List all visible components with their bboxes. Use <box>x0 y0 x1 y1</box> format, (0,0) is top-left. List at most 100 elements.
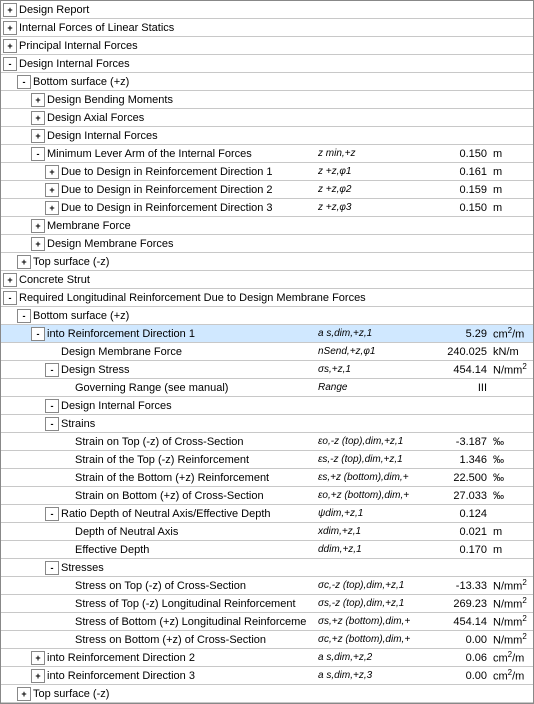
tree-row-7[interactable]: +Design Axial Forces <box>1 109 533 127</box>
tree-row-15[interactable]: +Top surface (-z) <box>1 253 533 271</box>
expand-btn-19[interactable]: - <box>31 327 45 341</box>
expand-btn-24[interactable]: - <box>45 417 59 431</box>
expand-btn-2[interactable]: + <box>3 21 17 35</box>
tree-row-27[interactable]: Strain of the Bottom (+z) Reinforcementε… <box>1 469 533 487</box>
expand-btn-14[interactable]: + <box>31 237 45 251</box>
label-text-14: Design Membrane Forces <box>47 238 174 250</box>
tree-row-24[interactable]: -Strains <box>1 415 533 433</box>
expand-btn-5[interactable]: - <box>17 75 31 89</box>
expand-btn-38[interactable]: + <box>31 669 45 683</box>
symbol-cell-36: σc,+z (bottom),dim,+ <box>316 634 411 645</box>
expand-btn-13[interactable]: + <box>31 219 45 233</box>
tree-row-25[interactable]: Strain on Top (-z) of Cross-Sectionεo,-z… <box>1 433 533 451</box>
tree-row-12[interactable]: +Due to Design in Reinforcement Directio… <box>1 199 533 217</box>
tree-row-21[interactable]: -Design Stressσs,+z,1454.14N/mm2 <box>1 361 533 379</box>
value-cell-35: 454.14 <box>411 616 491 628</box>
label-text-6: Design Bending Moments <box>47 94 173 106</box>
tree-row-18[interactable]: -Bottom surface (+z) <box>1 307 533 325</box>
expand-btn-16[interactable]: + <box>3 273 17 287</box>
label-text-19: into Reinforcement Direction 1 <box>47 328 195 340</box>
tree-row-9[interactable]: -Minimum Lever Arm of the Internal Force… <box>1 145 533 163</box>
expand-btn-12[interactable]: + <box>45 201 59 215</box>
expand-btn-39[interactable]: + <box>17 687 31 701</box>
tree-row-16[interactable]: +Concrete Strut <box>1 271 533 289</box>
expand-btn-32[interactable]: - <box>45 561 59 575</box>
expand-btn-4[interactable]: - <box>3 57 17 71</box>
label-text-32: Stresses <box>61 562 104 574</box>
label-text-5: Bottom surface (+z) <box>33 76 129 88</box>
label-cell-1: +Design Report <box>1 2 533 18</box>
expand-btn-9[interactable]: - <box>31 147 45 161</box>
expand-btn-21[interactable]: - <box>45 363 59 377</box>
tree-row-38[interactable]: +into Reinforcement Direction 3a s,dim,+… <box>1 667 533 685</box>
tree-row-8[interactable]: +Design Internal Forces <box>1 127 533 145</box>
tree-row-23[interactable]: -Design Internal Forces <box>1 397 533 415</box>
tree-row-32[interactable]: -Stresses <box>1 559 533 577</box>
tree-row-36[interactable]: Stress on Bottom (+z) of Cross-Sectionσc… <box>1 631 533 649</box>
expand-btn-15[interactable]: + <box>17 255 31 269</box>
tree-row-4[interactable]: -Design Internal Forces <box>1 55 533 73</box>
tree-row-5[interactable]: -Bottom surface (+z) <box>1 73 533 91</box>
label-cell-10: +Due to Design in Reinforcement Directio… <box>1 164 316 180</box>
value-cell-9: 0.150 <box>411 148 491 160</box>
tree-row-29[interactable]: -Ratio Depth of Neutral Axis/Effective D… <box>1 505 533 523</box>
symbol-cell-31: ddim,+z,1 <box>316 544 411 555</box>
tree-row-28[interactable]: Strain on Bottom (+z) of Cross-Sectionεo… <box>1 487 533 505</box>
symbol-cell-10: z +z,φ1 <box>316 166 411 177</box>
label-cell-34: Stress of Top (-z) Longitudinal Reinforc… <box>1 597 316 611</box>
label-cell-18: -Bottom surface (+z) <box>1 308 533 324</box>
symbol-cell-22: Range <box>316 382 411 393</box>
label-text-3: Principal Internal Forces <box>19 40 138 52</box>
tree-row-2[interactable]: +Internal Forces of Linear Statics <box>1 19 533 37</box>
tree-row-1[interactable]: +Design Report <box>1 1 533 19</box>
expand-btn-1[interactable]: + <box>3 3 17 17</box>
label-cell-39: +Top surface (-z) <box>1 686 533 702</box>
tree-row-11[interactable]: +Due to Design in Reinforcement Directio… <box>1 181 533 199</box>
expand-btn-11[interactable]: + <box>45 183 59 197</box>
expand-btn-8[interactable]: + <box>31 129 45 143</box>
expand-btn-23[interactable]: - <box>45 399 59 413</box>
tree-row-19[interactable]: -into Reinforcement Direction 1a s,dim,+… <box>1 325 533 343</box>
expand-btn-17[interactable]: - <box>3 291 17 305</box>
expand-btn-18[interactable]: - <box>17 309 31 323</box>
symbol-cell-9: z min,+z <box>316 148 411 159</box>
expand-btn-29[interactable]: - <box>45 507 59 521</box>
value-cell-30: 0.021 <box>411 526 491 538</box>
tree-row-31[interactable]: Effective Depthddim,+z,10.170m <box>1 541 533 559</box>
expand-btn-7[interactable]: + <box>31 111 45 125</box>
tree-row-3[interactable]: +Principal Internal Forces <box>1 37 533 55</box>
expand-btn-3[interactable]: + <box>3 39 17 53</box>
label-text-1: Design Report <box>19 4 89 16</box>
label-cell-9: -Minimum Lever Arm of the Internal Force… <box>1 146 316 162</box>
label-text-23: Design Internal Forces <box>61 400 172 412</box>
label-text-10: Due to Design in Reinforcement Direction… <box>61 166 273 178</box>
tree-row-30[interactable]: Depth of Neutral Axisxdim,+z,10.021m <box>1 523 533 541</box>
label-text-16: Concrete Strut <box>19 274 90 286</box>
label-text-29: Ratio Depth of Neutral Axis/Effective De… <box>61 508 271 520</box>
unit-cell-38: cm2/m <box>491 668 533 683</box>
tree-row-14[interactable]: +Design Membrane Forces <box>1 235 533 253</box>
tree-row-13[interactable]: +Membrane Force <box>1 217 533 235</box>
expand-btn-6[interactable]: + <box>31 93 45 107</box>
label-text-17: Required Longitudinal Reinforcement Due … <box>19 292 366 304</box>
tree-row-6[interactable]: +Design Bending Moments <box>1 91 533 109</box>
expand-btn-10[interactable]: + <box>45 165 59 179</box>
tree-row-39[interactable]: +Top surface (-z) <box>1 685 533 703</box>
tree-row-20[interactable]: Design Membrane ForcenSend,+z,φ1240.025k… <box>1 343 533 361</box>
tree-row-17[interactable]: -Required Longitudinal Reinforcement Due… <box>1 289 533 307</box>
value-cell-19: 5.29 <box>411 328 491 340</box>
tree-row-10[interactable]: +Due to Design in Reinforcement Directio… <box>1 163 533 181</box>
expand-btn-37[interactable]: + <box>31 651 45 665</box>
tree-row-34[interactable]: Stress of Top (-z) Longitudinal Reinforc… <box>1 595 533 613</box>
unit-cell-28: ‰ <box>491 490 533 502</box>
tree-row-37[interactable]: +into Reinforcement Direction 2a s,dim,+… <box>1 649 533 667</box>
unit-cell-26: ‰ <box>491 454 533 466</box>
label-cell-23: -Design Internal Forces <box>1 398 533 414</box>
tree-row-22[interactable]: Governing Range (see manual)RangeIII <box>1 379 533 397</box>
label-cell-31: Effective Depth <box>1 543 316 557</box>
tree-row-33[interactable]: Stress on Top (-z) of Cross-Sectionσc,-z… <box>1 577 533 595</box>
tree-row-26[interactable]: Strain of the Top (-z) Reinforcementεs,-… <box>1 451 533 469</box>
label-cell-24: -Strains <box>1 416 533 432</box>
tree-row-35[interactable]: Stress of Bottom (+z) Longitudinal Reinf… <box>1 613 533 631</box>
symbol-cell-28: εo,+z (bottom),dim,+ <box>316 490 411 501</box>
